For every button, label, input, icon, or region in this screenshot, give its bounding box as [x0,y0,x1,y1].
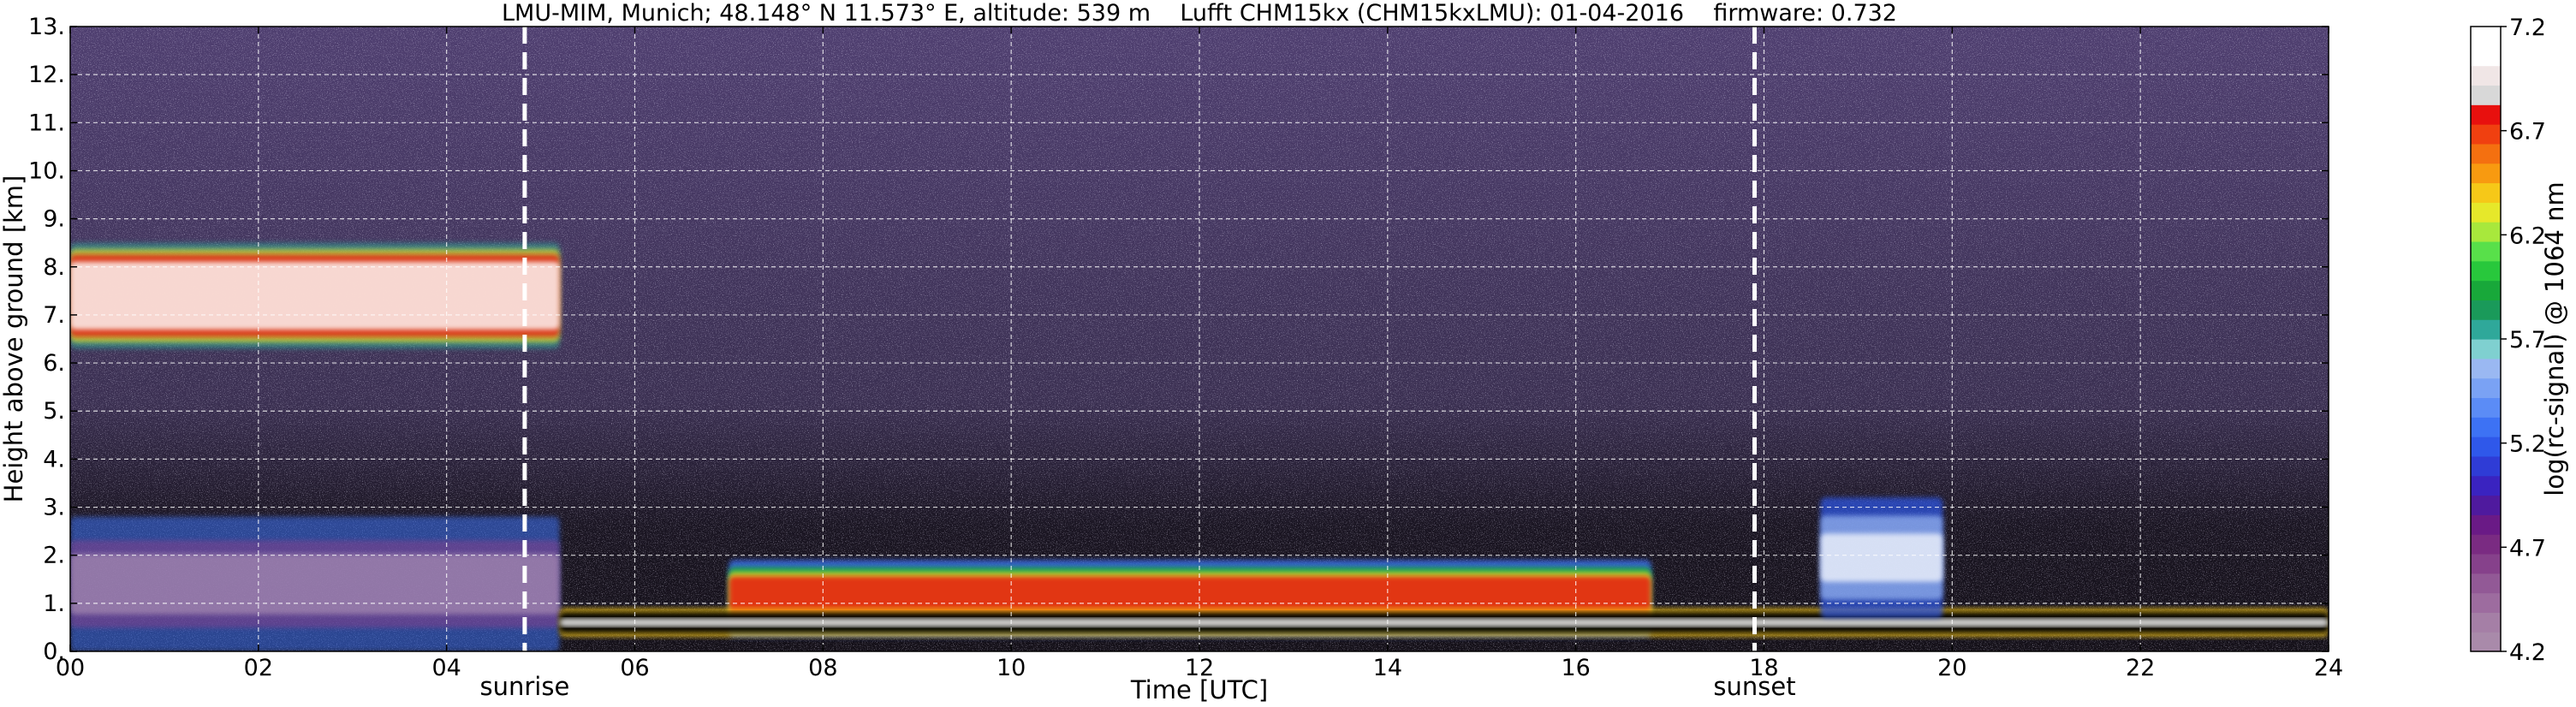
y-tick-label: 9. [43,206,65,233]
y-tick-label: 0. [43,639,65,665]
colorbar-label: log(rc-signal) @ 1064 nm [2540,181,2569,496]
colorbar-segment [2471,339,2501,359]
y-tick-label: 2. [43,543,65,569]
colorbar-segment [2471,573,2501,594]
feature-band [559,618,2329,627]
colorbar-segment [2471,377,2501,399]
y-tick-label: 4. [43,446,65,472]
colorbar-segment [2471,85,2501,105]
colorbar: 4.24.75.25.76.26.77.2 [2470,15,2546,666]
colorbar-segment [2471,397,2501,418]
feature-band [70,554,560,615]
x-axis-label: Time [UTC] [1130,675,1268,704]
colorbar-segment [2471,437,2501,457]
feature-band [70,261,560,330]
feature-cirrus-cloud [70,242,560,349]
colorbar-segment [2471,260,2501,282]
x-tick-label: 04 [431,655,461,681]
colorbar-segment [2471,319,2501,340]
feature-boundary-layer-aerosol-night- [70,516,560,651]
x-tick-label: 16 [1561,655,1590,681]
y-tick-label: 10. [28,157,65,184]
y-tick-label: 13. [28,14,65,40]
feature-dense-aerosol-top [559,608,2329,638]
chart-title: LMU-MIM, Munich; 48.148° N 11.573° E, al… [502,0,1897,27]
colorbar-segment [2471,534,2501,555]
colorbar-tick-label: 7.2 [2509,15,2546,41]
y-tick-label: 1. [43,591,65,617]
colorbar-segment [2471,65,2501,86]
colorbar-segment [2471,163,2501,184]
colorbar-segment [2471,143,2501,164]
colorbar-segment [2471,241,2501,262]
x-tick-label: 20 [1937,655,1966,681]
colorbar-segment [2471,104,2501,125]
feature-band [1820,533,1943,582]
colorbar-segment [2471,27,2501,47]
y-tick-label: 3. [43,495,65,521]
y-tick-label: 5. [43,398,65,425]
colorbar-segment [2471,124,2501,145]
colorbar-segment [2471,455,2501,477]
colorbar-segment [2471,475,2501,496]
colorbar-segment [2471,592,2501,613]
colorbar-segment [2471,358,2501,379]
colorbar-segment [2471,417,2501,437]
plot-area [70,27,2329,651]
colorbar-segment [2471,632,2501,652]
colorbar-segment [2471,495,2501,515]
x-tick-label: 08 [808,655,837,681]
colorbar-segment [2471,612,2501,633]
y-tick-label: 12. [28,62,65,88]
lidar-figure: LMU-MIM, Munich; 48.148° N 11.573° E, al… [0,0,2569,704]
x-tick-label: 14 [1373,655,1402,681]
colorbar-segment [2471,553,2501,574]
y-tick-label: 6. [43,350,65,377]
feature-evening-cloud [1820,497,1943,618]
colorbar-tick-label: 4.2 [2509,639,2546,666]
y-tick-label: 8. [43,254,65,281]
marker-label-sunrise: sunrise [479,672,569,701]
colorbar-segment [2471,280,2501,300]
marker-label-sunset: sunset [1713,672,1795,701]
y-tick-label: 11. [28,110,65,136]
colorbar-tick-label: 6.7 [2509,119,2546,146]
x-tick-label: 06 [620,655,649,681]
y-tick-label: 7. [43,302,65,329]
y-axis-label: Height above ground [km] [0,175,28,503]
x-tick-label: 10 [996,655,1026,681]
colorbar-segment [2471,514,2501,535]
colorbar-segment [2471,202,2501,223]
colorbar-segment [2471,182,2501,203]
colorbar-segment [2471,222,2501,242]
x-tick-label: 02 [244,655,273,681]
x-tick-label: 24 [2314,655,2343,681]
colorbar-tick-label: 4.7 [2509,535,2546,561]
colorbar-segment [2471,300,2501,320]
x-tick-label: 22 [2126,655,2155,681]
colorbar-segment [2471,45,2501,67]
